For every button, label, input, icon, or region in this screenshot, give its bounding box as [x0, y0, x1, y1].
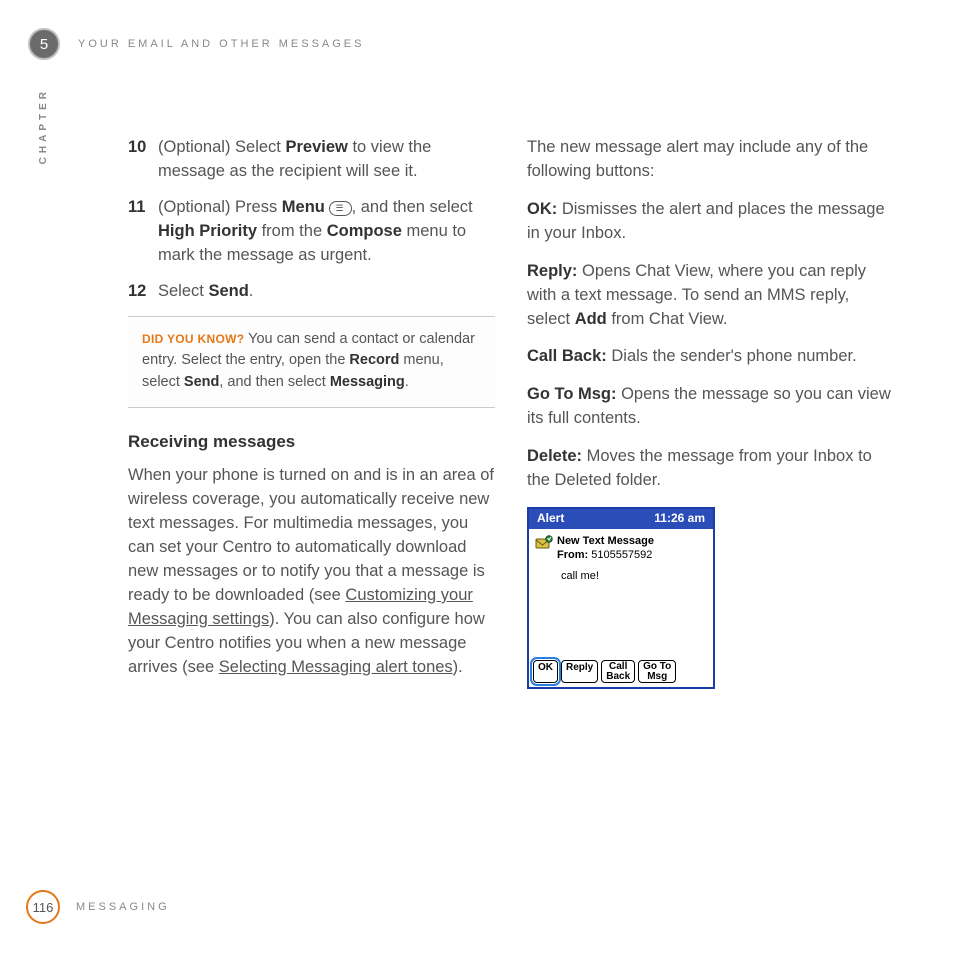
definition-ok: OK: Dismisses the alert and places the m… — [527, 198, 894, 246]
callout-label: DID YOU KNOW? — [142, 332, 244, 346]
text: . — [249, 282, 254, 300]
bold-text: Send — [184, 374, 219, 390]
text: (Optional) Press — [158, 198, 282, 216]
alert-time: 11:26 am — [654, 510, 705, 527]
term: Call Back: — [527, 347, 607, 365]
page-header-title: YOUR EMAIL AND OTHER MESSAGES — [78, 38, 364, 50]
alert-message-body: call me! — [561, 569, 707, 585]
text: Dismisses the alert and places the messa… — [527, 200, 885, 242]
text: When your phone is turned on and is in a… — [128, 466, 494, 604]
text: Select — [158, 282, 208, 300]
link-selecting-alert-tones[interactable]: Selecting Messaging alert tones — [219, 658, 453, 676]
bold-text: Send — [208, 282, 248, 300]
new-message-icon — [535, 535, 553, 551]
term: OK: — [527, 200, 557, 218]
did-you-know-callout: DID YOU KNOW? You can send a contact or … — [128, 316, 495, 408]
text: from Chat View. — [607, 310, 728, 328]
menu-key-icon — [329, 201, 351, 216]
page-number-badge: 116 — [26, 890, 60, 924]
bold-text: Menu — [282, 198, 325, 216]
alert-headline: New Text Message — [557, 535, 654, 549]
alert-from-label: From: — [557, 549, 588, 561]
alert-reply-button[interactable]: Reply — [561, 660, 598, 683]
step-number: 12 — [128, 280, 150, 304]
term: Reply: — [527, 262, 577, 280]
section-heading-receiving: Receiving messages — [128, 430, 495, 455]
step-11: 11 (Optional) Press Menu , and then sele… — [128, 196, 495, 268]
definition-call-back: Call Back: Dials the sender's phone numb… — [527, 345, 894, 369]
footer-section-title: MESSAGING — [76, 901, 170, 913]
alert-title: Alert — [537, 510, 564, 527]
right-column: The new message alert may include any of… — [527, 136, 894, 694]
definition-go-to-msg: Go To Msg: Opens the message so you can … — [527, 383, 894, 431]
step-body: Select Send. — [158, 280, 495, 304]
text: Dials the sender's phone number. — [607, 347, 857, 365]
alert-from-value: 5105557592 — [588, 549, 652, 561]
bold-text: Preview — [285, 138, 347, 156]
alert-ok-button[interactable]: OK — [533, 660, 558, 683]
text: from the — [257, 222, 327, 240]
bold-text: Add — [575, 310, 607, 328]
text: , and then select — [352, 198, 473, 216]
step-10: 10 (Optional) Select Preview to view the… — [128, 136, 495, 184]
text: (Optional) Select — [158, 138, 285, 156]
text: . — [405, 374, 409, 390]
alert-go-to-msg-button[interactable]: Go To Msg — [638, 660, 676, 683]
chapter-label: CHAPTER — [38, 88, 49, 164]
paragraph: The new message alert may include any of… — [527, 136, 894, 184]
alert-call-back-button[interactable]: Call Back — [601, 660, 635, 683]
step-number: 11 — [128, 196, 150, 268]
text: ). — [453, 658, 463, 676]
chapter-number-badge: 5 — [28, 28, 60, 60]
alert-dialog: Alert 11:26 am New Text Message From: 51… — [527, 507, 715, 689]
bold-text: High Priority — [158, 222, 257, 240]
text: , and then select — [219, 374, 329, 390]
bold-text: Record — [349, 352, 399, 368]
bold-text: Messaging — [330, 374, 405, 390]
term: Go To Msg: — [527, 385, 617, 403]
step-12: 12 Select Send. — [128, 280, 495, 304]
bold-text: Compose — [327, 222, 402, 240]
definition-reply: Reply: Opens Chat View, where you can re… — [527, 260, 894, 332]
left-column: 10 (Optional) Select Preview to view the… — [128, 136, 495, 694]
step-body: (Optional) Select Preview to view the me… — [158, 136, 495, 184]
step-body: (Optional) Press Menu , and then select … — [158, 196, 495, 268]
paragraph: When your phone is turned on and is in a… — [128, 464, 495, 679]
term: Delete: — [527, 447, 582, 465]
step-number: 10 — [128, 136, 150, 184]
definition-delete: Delete: Moves the message from your Inbo… — [527, 445, 894, 493]
